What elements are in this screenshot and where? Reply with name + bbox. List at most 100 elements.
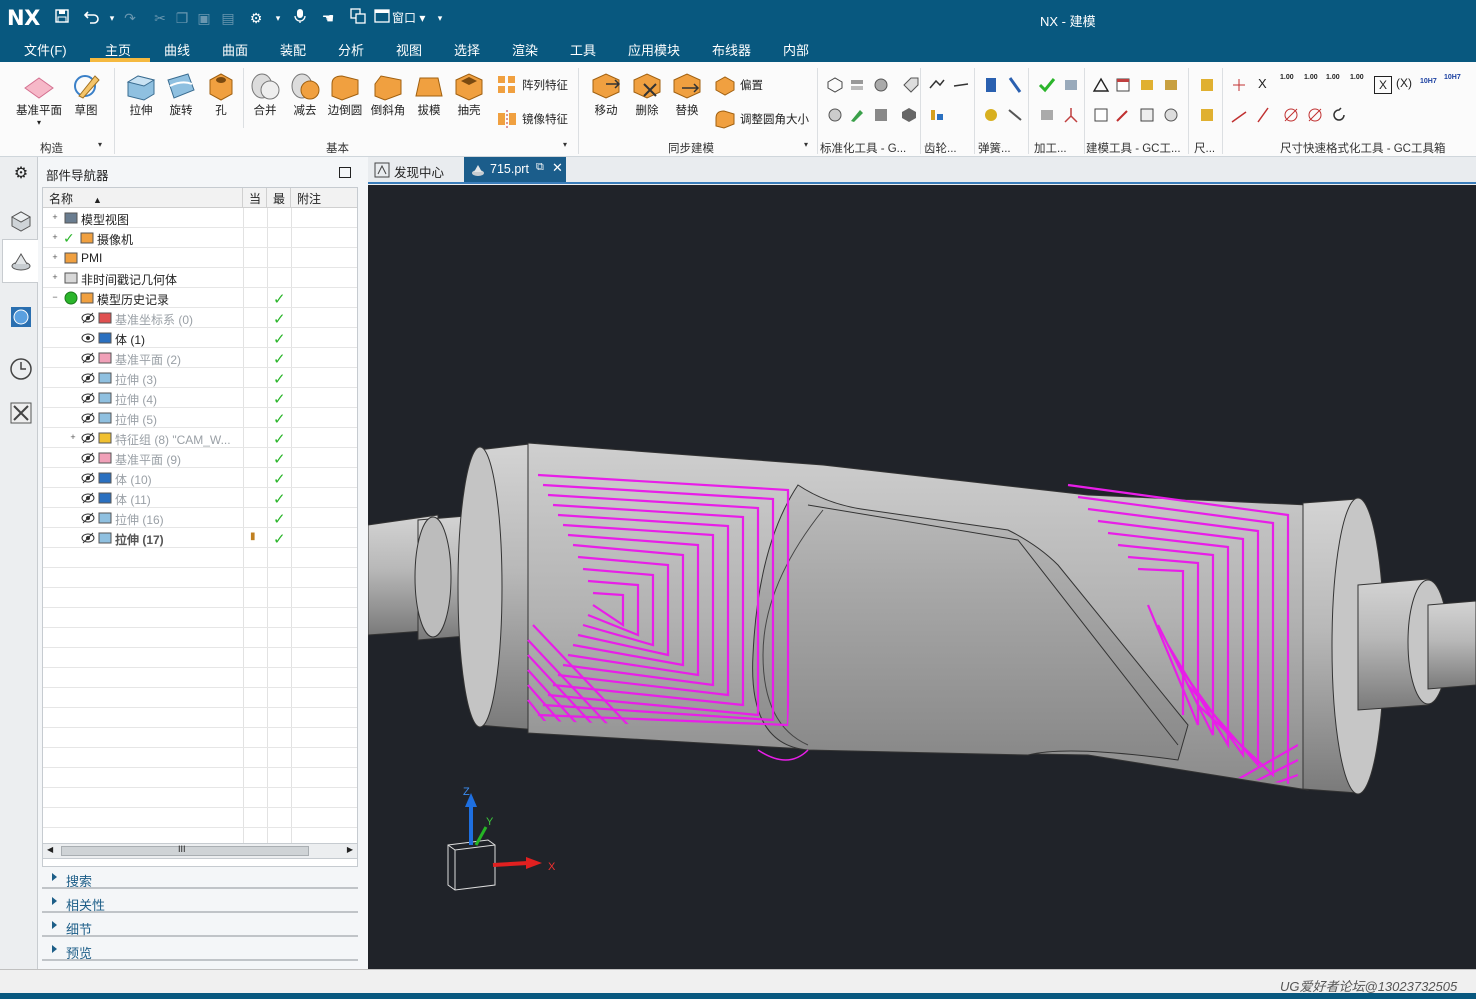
tree-row[interactable]: 体 (10) ✓: [43, 468, 357, 488]
tolerance-fit-icon[interactable]: 10H7: [1420, 78, 1442, 96]
tag-icon[interactable]: [902, 76, 920, 94]
column-header-notes[interactable]: 附注: [291, 188, 357, 208]
tree-row[interactable]: − 模型历史记录 ✓: [43, 288, 357, 308]
tree-row[interactable]: + 模型视图: [43, 208, 357, 228]
dim-format-icon[interactable]: [1230, 76, 1248, 94]
visibility-eye-icon[interactable]: [81, 452, 95, 464]
revolve-button[interactable]: 旋转: [162, 70, 200, 118]
graphics-viewport[interactable]: Z Y X: [368, 185, 1476, 969]
visibility-eye-icon[interactable]: [81, 472, 95, 484]
open-file-icon[interactable]: ⧉: [536, 161, 544, 174]
assembly-navigator-icon[interactable]: [9, 209, 33, 233]
plus-tool-icon[interactable]: [1162, 106, 1180, 124]
pattern-feature-button[interactable]: 阵列特征: [496, 74, 568, 96]
expand-toggle-icon[interactable]: +: [51, 273, 59, 282]
offset-region-button[interactable]: 偏置: [714, 74, 763, 96]
quick-access-overflow-icon[interactable]: ▾: [430, 8, 450, 28]
microphone-icon[interactable]: [290, 8, 310, 28]
mirror-feature-button[interactable]: 镜像特征: [496, 108, 568, 130]
check-icon[interactable]: ✓: [63, 230, 79, 246]
diameter-2-icon[interactable]: [1306, 106, 1324, 124]
layers-icon[interactable]: [848, 76, 866, 94]
roles-icon[interactable]: [9, 401, 33, 425]
part-navigator-tab[interactable]: [2, 239, 38, 283]
datum-plane-button[interactable]: 基准平面 ▾: [14, 70, 64, 127]
tab-discovery-center[interactable]: 发现中心: [368, 157, 462, 182]
touch-dropdown-icon[interactable]: ▾: [268, 8, 288, 28]
standard-tool-icon[interactable]: [826, 76, 844, 94]
menu-assembly[interactable]: 装配: [280, 40, 306, 59]
window-menu[interactable]: 窗口 ▾: [392, 8, 432, 28]
scrollbar-thumb[interactable]: III: [61, 844, 309, 856]
menu-home[interactable]: 主页: [105, 40, 131, 59]
tree-row[interactable]: + 特征组 (8) "CAM_W... ✓: [43, 428, 357, 448]
spring-tool-3-icon[interactable]: [982, 106, 1000, 124]
section-preview[interactable]: 预览: [42, 939, 358, 961]
visibility-eye-icon[interactable]: [81, 412, 95, 424]
spring-tool-icon[interactable]: [982, 76, 1000, 94]
hole-button[interactable]: 孔: [202, 70, 240, 118]
section-details[interactable]: 细节: [42, 915, 358, 937]
machining-tool-2-icon[interactable]: [1038, 106, 1056, 124]
dim-tool-icon[interactable]: [1198, 76, 1216, 94]
menu-internal[interactable]: 内部: [783, 40, 809, 59]
tree-row[interactable]: + 非时间戳记几何体: [43, 268, 357, 288]
sketch-button[interactable]: 草图: [66, 70, 106, 118]
scroll-right-icon[interactable]: ▶: [347, 845, 353, 854]
tree-row[interactable]: 拉伸 (4) ✓: [43, 388, 357, 408]
tree-row[interactable]: 基准平面 (9) ✓: [43, 448, 357, 468]
chamfer-button[interactable]: 倒斜角: [368, 70, 408, 118]
dim-precision-4-icon[interactable]: 1.00: [1350, 74, 1368, 92]
group-basic-dropdown-icon[interactable]: ▾: [563, 140, 567, 149]
menu-curve[interactable]: 曲线: [164, 40, 190, 59]
machining-tool-3-icon[interactable]: [1062, 106, 1080, 124]
resize-blend-button[interactable]: 调整圆角大小: [714, 108, 809, 130]
draft-button[interactable]: 拔模: [410, 70, 448, 118]
expand-toggle-icon[interactable]: +: [69, 433, 77, 442]
horizontal-scrollbar[interactable]: ◀ III ▶: [42, 843, 358, 859]
tree-row[interactable]: 体 (1) ✓: [43, 328, 357, 348]
menu-surface[interactable]: 曲面: [222, 40, 248, 59]
expand-toggle-icon[interactable]: +: [51, 233, 59, 242]
history-icon[interactable]: [9, 357, 33, 381]
group-construct-dropdown-icon[interactable]: ▾: [98, 140, 102, 149]
tree-row[interactable]: + ✓ 摄像机: [43, 228, 357, 248]
shell-button[interactable]: 抽壳: [450, 70, 488, 118]
spring-tool-4-icon[interactable]: [1006, 106, 1024, 124]
visibility-eye-icon[interactable]: [81, 432, 95, 444]
group-sync-dropdown-icon[interactable]: ▾: [804, 140, 808, 149]
move-face-button[interactable]: 移动: [586, 70, 626, 118]
visibility-eye-icon[interactable]: [81, 312, 95, 324]
scroll-left-icon[interactable]: ◀: [47, 845, 53, 854]
menu-routing[interactable]: 布线器: [712, 40, 751, 59]
menu-applications[interactable]: 应用模块: [628, 40, 680, 59]
replace-face-button[interactable]: 替换: [668, 70, 706, 118]
boxed-dim-icon[interactable]: X: [1374, 76, 1392, 94]
tree-row[interactable]: 拉伸 (3) ✓: [43, 368, 357, 388]
close-tab-icon[interactable]: ✕: [552, 160, 563, 176]
modeling-tool-icon[interactable]: [1162, 76, 1180, 94]
gear-tool-icon[interactable]: [928, 76, 946, 94]
tolerance-fit-2-icon[interactable]: 10H7: [1444, 74, 1466, 92]
visibility-eye-icon[interactable]: [81, 492, 95, 504]
switch-window-icon[interactable]: [348, 8, 368, 28]
section-search[interactable]: 搜索: [42, 867, 358, 889]
blend-tool-icon[interactable]: [826, 106, 844, 124]
tree-row[interactable]: + PMI: [43, 248, 357, 268]
subtract-button[interactable]: 减去: [286, 70, 324, 118]
dim-angle-icon[interactable]: [1230, 106, 1248, 124]
cube-tool-icon[interactable]: [900, 106, 918, 124]
menu-select[interactable]: 选择: [454, 40, 480, 59]
undo-dropdown-icon[interactable]: ▾: [102, 8, 122, 28]
touch-mode-icon[interactable]: ⚙: [246, 8, 266, 28]
tree-row[interactable]: 拉伸 (16) ✓: [43, 508, 357, 528]
visibility-eye-icon[interactable]: [81, 532, 95, 544]
dim-precision-1-icon[interactable]: 1.00: [1280, 74, 1298, 92]
dim-tool-2-icon[interactable]: [1198, 106, 1216, 124]
triangle-tool-icon[interactable]: [1092, 76, 1110, 94]
tree-row[interactable]: 基准平面 (2) ✓: [43, 348, 357, 368]
visibility-eye-icon[interactable]: [81, 372, 95, 384]
expand-toggle-icon[interactable]: +: [51, 213, 59, 222]
expand-toggle-icon[interactable]: −: [51, 293, 59, 302]
pen-tool-icon[interactable]: [1114, 106, 1132, 124]
